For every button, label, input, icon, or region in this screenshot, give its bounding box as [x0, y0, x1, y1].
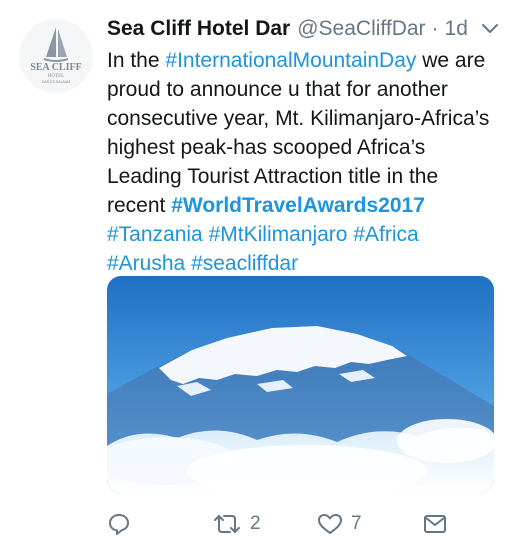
- tweet-media-image[interactable]: [107, 276, 494, 493]
- tweet[interactable]: SEA CLIFF HOTEL DAR ES SALAAM Sea Cliff …: [0, 0, 512, 558]
- author-name[interactable]: Sea Cliff Hotel Dar: [107, 17, 290, 41]
- retweet-icon: [214, 515, 240, 533]
- author-handle[interactable]: @SeaCliffDar: [297, 17, 425, 41]
- hashtag-link[interactable]: #Africa: [353, 223, 418, 246]
- tweet-text: In the #InternationalMountainDay we are p…: [107, 46, 499, 278]
- heart-icon: [318, 514, 342, 534]
- tweet-text-segment: consecutive year, Mt. Kilimanjaro-Africa…: [107, 107, 490, 130]
- hashtag-link[interactable]: #Tanzania: [107, 223, 203, 246]
- envelope-icon: [424, 515, 446, 533]
- like-count: 7: [351, 513, 362, 534]
- tweet-text-line: Leading Tourist Attraction title in the: [107, 162, 499, 191]
- tweet-text-segment: recent: [107, 194, 172, 217]
- tweet-text-segment: In the: [107, 49, 166, 72]
- tweet-timestamp[interactable]: 1d: [445, 17, 468, 41]
- tweet-text-segment: Leading Tourist Attraction title in the: [107, 165, 439, 188]
- retweet-button[interactable]: 2: [212, 510, 261, 538]
- sea-cliff-logo: SEA CLIFF HOTEL DAR ES SALAAM: [19, 19, 93, 93]
- like-button[interactable]: 7: [317, 510, 362, 538]
- hashtag-link[interactable]: #WorldTravelAwards2017: [171, 194, 425, 217]
- tweet-text-line: consecutive year, Mt. Kilimanjaro-Africa…: [107, 104, 499, 133]
- tweet-text-segment: proud to announce u that for another: [107, 78, 448, 101]
- svg-text:SEA CLIFF: SEA CLIFF: [30, 62, 81, 73]
- hashtag-link[interactable]: #seacliffdar: [191, 252, 298, 275]
- separator-dot: ·: [431, 17, 439, 40]
- kilimanjaro-photo: [107, 276, 494, 493]
- svg-text:HOTEL: HOTEL: [48, 74, 64, 79]
- hashtag-link[interactable]: #MtKilimanjaro: [209, 223, 348, 246]
- tweet-text-segment: we are: [416, 49, 486, 72]
- reply-icon: [109, 514, 129, 535]
- tweet-header: Sea Cliff Hotel Dar @SeaCliffDar · 1d: [107, 14, 499, 44]
- tweet-text-line: #Tanzania #MtKilimanjaro #Africa: [107, 220, 499, 249]
- direct-message-button[interactable]: [423, 510, 447, 538]
- svg-text:DAR ES SALAAM: DAR ES SALAAM: [42, 80, 70, 84]
- tweet-text-line: recent #WorldTravelAwards2017: [107, 191, 499, 220]
- chevron-down-icon[interactable]: [481, 22, 499, 36]
- hashtag-link[interactable]: #InternationalMountainDay: [165, 49, 416, 72]
- tweet-text-segment: highest peak-has scooped Africa’s: [107, 136, 426, 159]
- tweet-text-line: highest peak-has scooped Africa’s: [107, 133, 499, 162]
- tweet-content: Sea Cliff Hotel Dar @SeaCliffDar · 1d In…: [107, 14, 499, 278]
- tweet-text-line: proud to announce u that for another: [107, 75, 499, 104]
- retweet-count: 2: [250, 513, 261, 534]
- tweet-actions: 2 7: [107, 510, 499, 538]
- reply-button[interactable]: [107, 510, 131, 538]
- hashtag-link[interactable]: #Arusha: [107, 252, 185, 275]
- avatar[interactable]: SEA CLIFF HOTEL DAR ES SALAAM: [19, 19, 93, 93]
- tweet-text-line: In the #InternationalMountainDay we are: [107, 46, 499, 75]
- tweet-text-line: #Arusha #seacliffdar: [107, 249, 499, 278]
